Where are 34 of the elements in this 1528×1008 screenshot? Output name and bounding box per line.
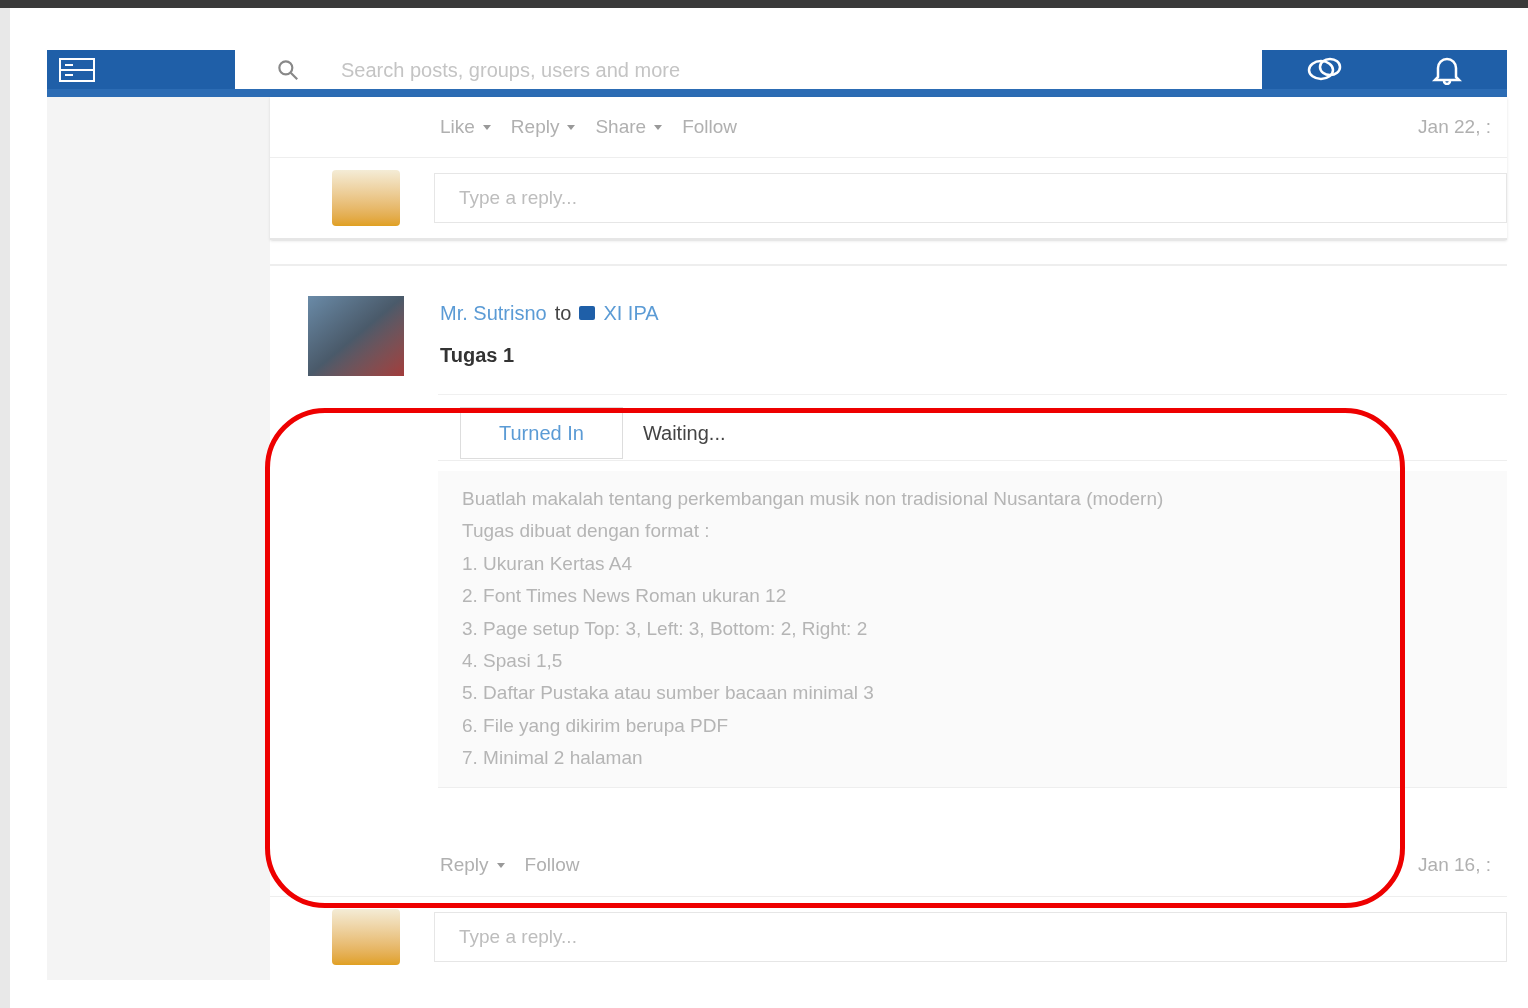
assignment-text: 2. Font Times News Roman ukuran 12 xyxy=(462,584,788,609)
caret-icon xyxy=(567,124,576,130)
group-icon xyxy=(579,306,596,320)
post-title: Tugas 1 xyxy=(440,343,516,368)
caret-icon xyxy=(496,863,505,869)
assignment-text: 4. Spasi 1,5 xyxy=(462,649,564,674)
reply-input-field[interactable]: Type a reply... xyxy=(434,173,1507,223)
tab[interactable]: Waiting... xyxy=(622,406,746,459)
action-link[interactable]: Like xyxy=(440,112,475,142)
assignment-text: 3. Page setup Top: 3, Left: 3, Bottom: 2, Right: 2 xyxy=(462,616,869,641)
assignment-text: 1. Ukuran Kertas A4 xyxy=(462,551,634,576)
assignment-text: Tugas dibuat dengan format : xyxy=(462,519,711,544)
author-link[interactable]: Mr. Sutrisno xyxy=(440,298,547,328)
action-link[interactable]: Reply xyxy=(440,851,489,880)
post-date: Jan 16, : xyxy=(1418,853,1491,878)
assignment-text: 7. Minimal 2 halaman xyxy=(462,746,644,771)
assignment-text: 6. File yang dikirim berupa PDF xyxy=(462,713,730,738)
menu-icon[interactable] xyxy=(59,57,95,82)
group-link[interactable]: XI IPA xyxy=(603,298,659,328)
search-input-field[interactable]: Search posts, groups, users and more xyxy=(341,54,1262,85)
caret-icon xyxy=(482,124,491,130)
action-link[interactable]: Reply xyxy=(510,112,560,142)
post-date: Jan 22, : xyxy=(1418,114,1491,139)
assignment-text: 5. Daftar Pustaka atau sumber bacaan minimal 3 xyxy=(462,681,875,706)
avatar-photo-placeholder xyxy=(332,908,400,965)
caret-icon xyxy=(654,124,663,130)
action-link[interactable]: Share xyxy=(595,112,647,142)
search-field[interactable]: Search posts, groups, users and more xyxy=(235,50,1262,89)
action-link[interactable]: Follow xyxy=(524,851,580,880)
avatar-photo-placeholder xyxy=(332,170,400,226)
reply-input-field[interactable]: Type a reply... xyxy=(434,911,1507,962)
assignment-text: Buatlah makalah tentang perkembangan musik non tradisional Nusantara (modern) xyxy=(462,487,1165,511)
action-link[interactable]: Follow xyxy=(682,112,738,142)
connector-text: to xyxy=(554,301,572,326)
